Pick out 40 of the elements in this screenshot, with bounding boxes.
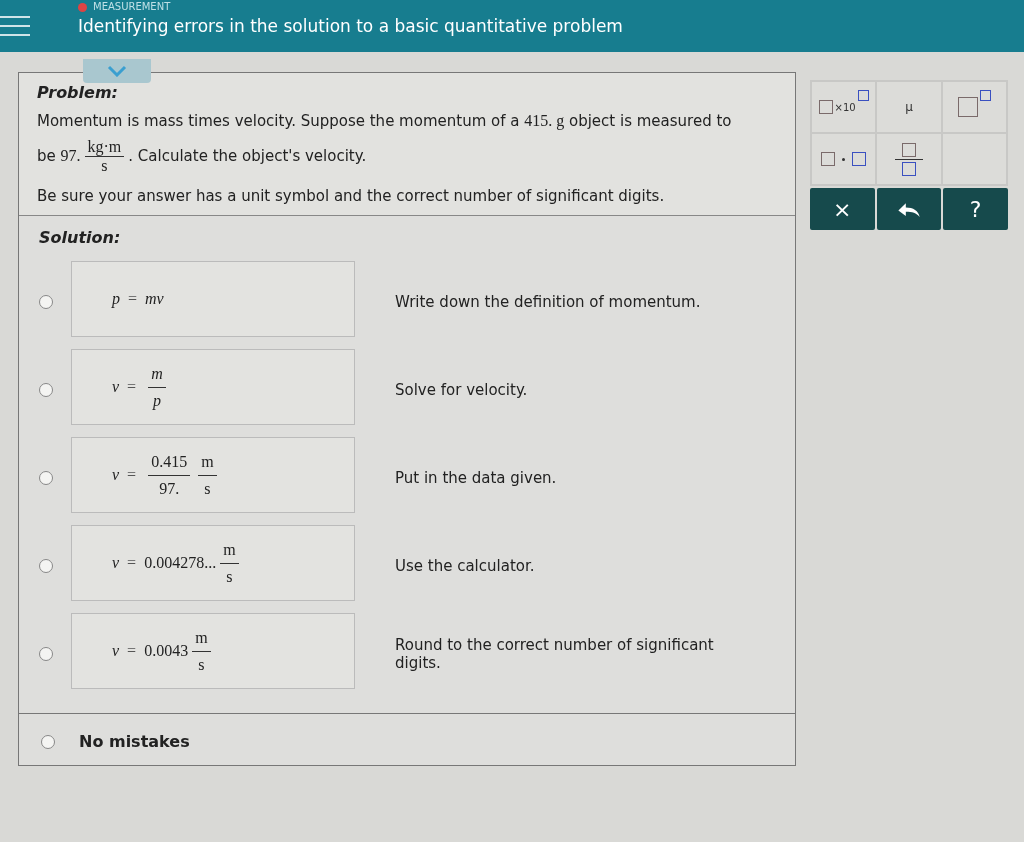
page-title: Identifying errors in the solution to a basic quantitative problem bbox=[78, 16, 623, 36]
undo-icon bbox=[896, 200, 922, 218]
radio-button[interactable] bbox=[39, 647, 53, 661]
solution-heading: Solution: bbox=[39, 228, 122, 247]
fraction: 0.415 97. bbox=[148, 448, 191, 502]
keypad-key[interactable]: μ bbox=[876, 81, 942, 133]
step-explanation: Use the calculator. bbox=[395, 557, 536, 575]
step-explanation: Put in the data given. bbox=[395, 469, 558, 487]
radio-button[interactable] bbox=[39, 559, 53, 573]
radio-button[interactable] bbox=[39, 471, 53, 485]
fraction: m s bbox=[198, 448, 217, 502]
fraction: m s bbox=[192, 624, 211, 678]
problem-heading: Problem: bbox=[37, 83, 119, 102]
keypad-key[interactable] bbox=[941, 81, 1007, 133]
fraction: m s bbox=[220, 536, 239, 590]
equation-box: p = mv bbox=[71, 261, 355, 337]
step-explanation: Solve for velocity. bbox=[395, 381, 529, 399]
step-explanation: Round to the correct number of significant digits. bbox=[395, 636, 715, 672]
keypad-action-button[interactable]: × bbox=[810, 188, 875, 230]
radio-button[interactable] bbox=[39, 295, 53, 309]
keypad-action-button[interactable] bbox=[876, 188, 942, 230]
equation-box: v = 0.004278... m s bbox=[71, 525, 355, 601]
instruction-text: Be sure your answer has a unit symbol and the correct number of significant digits. bbox=[37, 187, 666, 205]
category-label: MEASUREMENT bbox=[93, 2, 171, 12]
equation-box: v = m p bbox=[71, 349, 355, 425]
chevron-down-icon bbox=[107, 65, 127, 77]
keypad-key[interactable]: ×10 bbox=[811, 81, 877, 133]
collapse-tab[interactable] bbox=[83, 59, 151, 83]
equation-box: v = 0.0043 m s bbox=[71, 613, 355, 689]
radio-button[interactable] bbox=[41, 734, 55, 749]
step-explanation: Write down the definition of momentum. bbox=[395, 293, 702, 311]
keypad-key[interactable] bbox=[876, 133, 942, 185]
menu-icon[interactable] bbox=[0, 15, 30, 37]
no-mistakes-label: No mistakes bbox=[79, 732, 190, 751]
category-dot-icon bbox=[78, 2, 87, 12]
equation-box: v = 0.415 97. m s bbox=[71, 437, 355, 513]
keypad-key[interactable] bbox=[811, 133, 877, 185]
keypad-action-button[interactable]: ? bbox=[943, 188, 1008, 230]
fraction: m p bbox=[148, 360, 166, 414]
radio-button[interactable] bbox=[39, 383, 53, 397]
